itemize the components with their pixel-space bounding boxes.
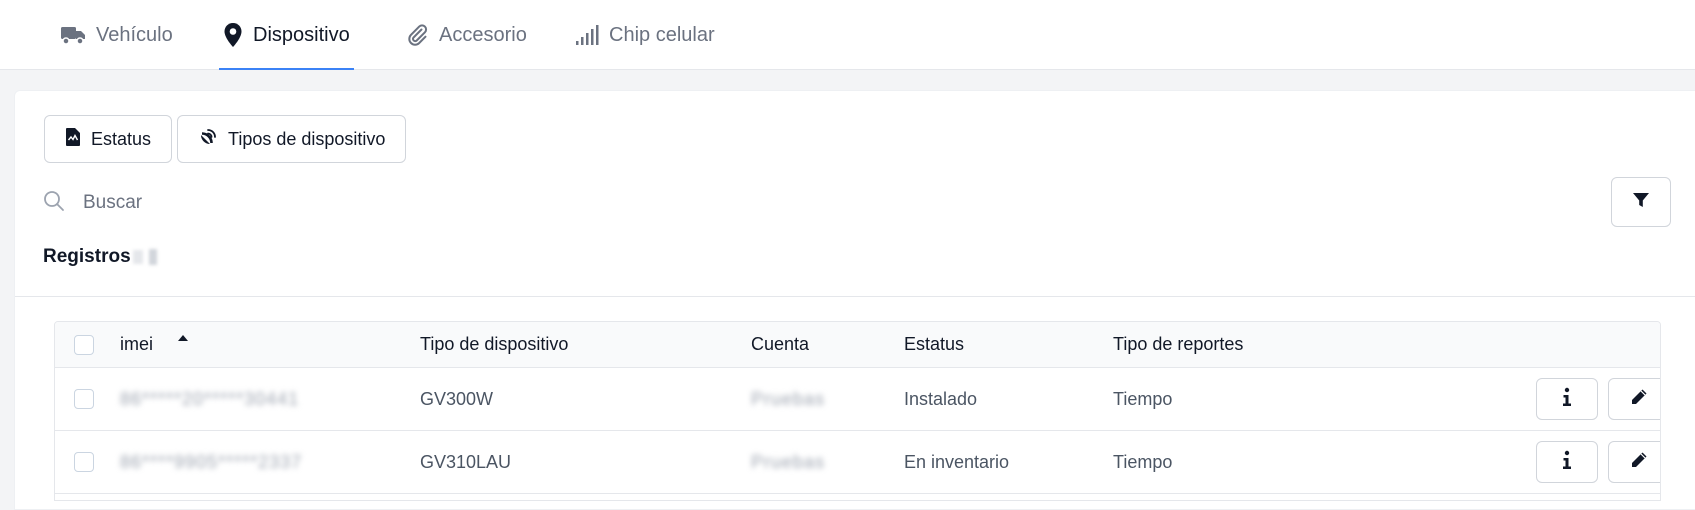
file-chart-icon <box>65 127 81 152</box>
pencil-icon <box>1629 450 1649 475</box>
table-row: 86****9905*****2337 GV310LAU Pruebas En … <box>55 431 1660 494</box>
records-label: Registros <box>43 246 131 267</box>
column-header-label: Tipo de reportes <box>1113 334 1244 354</box>
top-tab-bar: Vehículo Dispositivo Accesorio Chip celu… <box>0 0 1695 70</box>
tipos-de-dispositivo-label: Tipos de dispositivo <box>228 128 386 149</box>
column-header-cuenta[interactable]: Cuenta <box>751 322 809 367</box>
imei-cell: 86****9905*****2337 <box>120 451 303 472</box>
edit-button[interactable] <box>1608 441 1660 483</box>
filter-icon <box>1632 191 1650 214</box>
table-row: 86*****20*****30441 GV300W Pruebas Insta… <box>55 368 1660 431</box>
sort-ascending-icon <box>177 326 189 347</box>
tab-accesorio[interactable]: Accesorio <box>405 0 527 70</box>
filter-button[interactable] <box>1611 177 1671 227</box>
select-all-checkbox[interactable] <box>74 334 94 355</box>
records-redacted <box>148 249 157 265</box>
select-all-cell <box>74 322 94 367</box>
column-header-imei[interactable]: imei <box>120 322 189 367</box>
column-header-tipo[interactable]: Tipo de dispositivo <box>420 322 568 367</box>
search-icon <box>43 190 65 217</box>
estatus-cell: En inventario <box>904 451 1010 472</box>
tipo-cell: GV300W <box>420 388 494 409</box>
tab-vehiculo[interactable]: Vehículo <box>60 0 173 70</box>
estatus-button-label: Estatus <box>91 128 152 149</box>
info-button[interactable] <box>1536 378 1598 420</box>
records-redacted <box>132 250 143 264</box>
info-icon <box>1562 450 1572 475</box>
estatus-cell: Instalado <box>904 388 978 409</box>
tab-chip-celular-label: Chip celular <box>609 23 715 46</box>
column-header-label: Tipo de dispositivo <box>420 334 569 354</box>
paperclip-icon <box>405 23 429 47</box>
satellite-dish-icon <box>198 127 218 152</box>
tab-vehiculo-label: Vehículo <box>96 23 173 46</box>
column-header-reportes[interactable]: Tipo de reportes <box>1113 322 1243 367</box>
row-select-cell <box>74 431 94 493</box>
tipos-de-dispositivo-button[interactable]: Tipos de dispositivo <box>177 115 407 163</box>
devices-table: imei Tipo de dispositivo Cuenta Estatus … <box>54 321 1661 501</box>
reportes-cell: Tiempo <box>1113 451 1173 472</box>
location-pin-icon <box>223 22 243 48</box>
row-checkbox[interactable] <box>74 452 94 472</box>
row-select-cell <box>74 368 94 430</box>
tab-chip-celular[interactable]: Chip celular <box>575 0 715 70</box>
column-header-label: imei <box>120 334 154 354</box>
tab-dispositivo-label: Dispositivo <box>253 23 350 46</box>
main-card: Estatus Tipos de dispositivo Registros i… <box>14 90 1695 510</box>
info-icon <box>1562 387 1572 412</box>
table-header: imei Tipo de dispositivo Cuenta Estatus … <box>55 322 1660 368</box>
pencil-icon <box>1629 387 1649 412</box>
search-bar <box>43 183 1043 223</box>
edit-button[interactable] <box>1608 378 1660 420</box>
imei-cell: 86*****20*****30441 <box>120 388 300 409</box>
row-checkbox[interactable] <box>74 389 94 409</box>
search-input[interactable] <box>83 192 683 214</box>
truck-icon <box>60 24 86 46</box>
tab-accesorio-label: Accesorio <box>439 23 527 46</box>
info-button[interactable] <box>1536 441 1598 483</box>
records-count: Registros <box>43 246 157 268</box>
tab-dispositivo[interactable]: Dispositivo <box>219 0 354 70</box>
signal-bars-icon <box>575 24 599 46</box>
cuenta-cell: Pruebas <box>751 451 826 472</box>
reportes-cell: Tiempo <box>1113 388 1173 409</box>
column-header-label: Estatus <box>904 334 965 354</box>
column-header-label: Cuenta <box>751 334 810 354</box>
estatus-button[interactable]: Estatus <box>44 115 173 163</box>
cuenta-cell: Pruebas <box>751 388 826 409</box>
column-header-estatus[interactable]: Estatus <box>904 322 964 367</box>
section-divider <box>15 296 1695 297</box>
tipo-cell: GV310LAU <box>420 451 512 472</box>
